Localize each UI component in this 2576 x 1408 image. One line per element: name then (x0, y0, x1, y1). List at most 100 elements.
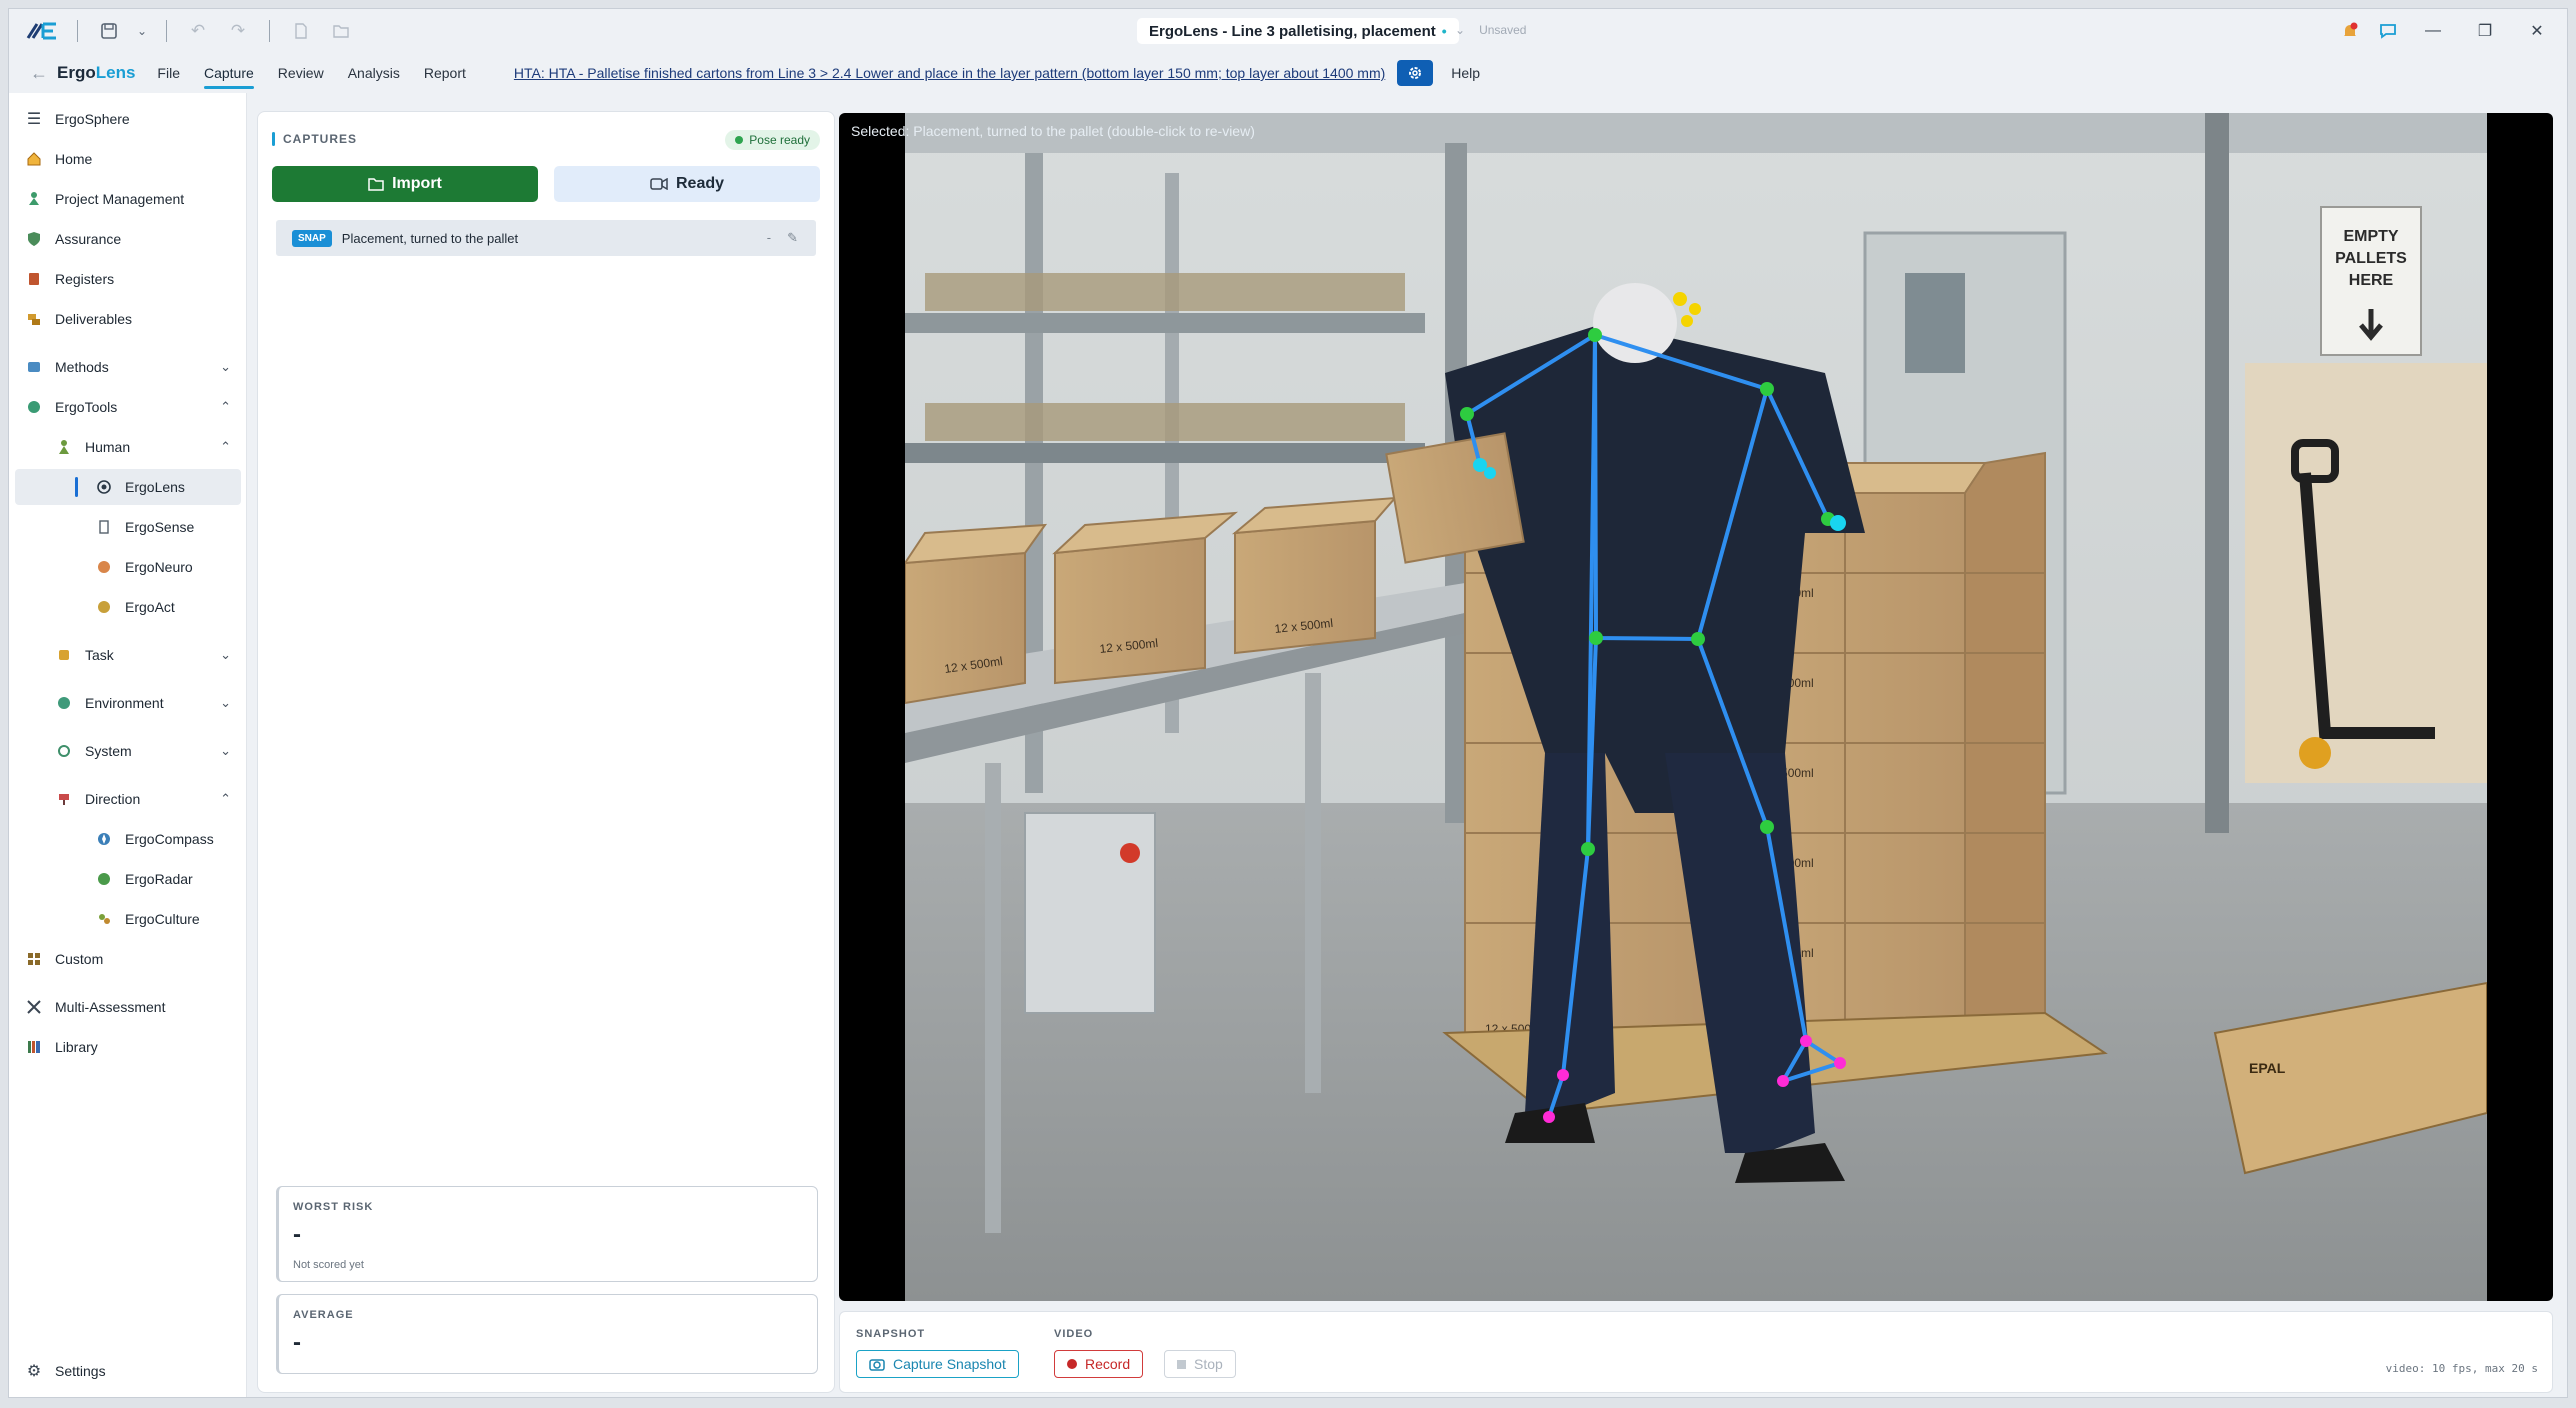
sidebar-item-ergosense[interactable]: ErgoSense (9, 509, 247, 545)
capture-snapshot-label: Capture Snapshot (893, 1356, 1006, 1372)
stop-button[interactable]: Stop (1164, 1350, 1236, 1378)
sidebar-item-assurance[interactable]: Assurance (9, 221, 247, 257)
sidebar-item-label: ErgoTools (55, 399, 118, 415)
brand: ErgoLens (57, 63, 135, 83)
menu-report[interactable]: Report (424, 55, 466, 91)
chevron-up-icon[interactable]: ⌃ (220, 791, 231, 807)
back-arrow-icon[interactable]: ← (21, 63, 57, 84)
save-icon[interactable] (94, 16, 124, 46)
hamburger-icon[interactable]: ☰ (23, 108, 45, 130)
sidebar-item-library[interactable]: Library (9, 1029, 247, 1065)
chevron-up-icon[interactable]: ⌃ (220, 399, 231, 415)
list-item[interactable]: SNAP Placement, turned to the pallet - ✎ (276, 220, 816, 256)
sidebar-header-label: ErgoSphere (55, 111, 130, 127)
chevron-down-icon[interactable]: ⌄ (220, 743, 231, 759)
sidebar-item-ergolens[interactable]: ErgoLens (15, 469, 241, 505)
hta-settings-button[interactable] (1397, 60, 1434, 86)
sidebar-item-environment[interactable]: Environment ⌄ (9, 685, 247, 721)
sidebar-item-home[interactable]: Home (9, 141, 247, 177)
import-button-label: Import (392, 175, 442, 192)
sidebar-item-ergoact[interactable]: ErgoAct (9, 589, 247, 625)
undo-icon[interactable]: ↶ (183, 16, 213, 46)
minimize-icon[interactable]: — (2411, 15, 2455, 47)
redo-icon[interactable]: ↷ (223, 16, 253, 46)
sign-line-2: PALLETS (2335, 250, 2407, 267)
snap-badge: SNAP (292, 229, 332, 247)
chevron-down-icon[interactable]: ⌄ (220, 647, 231, 663)
worst-risk-value: - (293, 1221, 301, 1248)
menu-capture[interactable]: Capture (203, 55, 254, 91)
sidebar-item-label: ErgoCompass (125, 831, 214, 847)
save-dropdown-icon[interactable]: ⌄ (134, 16, 150, 46)
gear-icon: ⚙ (26, 1363, 42, 1380)
sidebar-item-label: Task (85, 647, 114, 663)
sidebar-item-label: Settings (55, 1363, 106, 1379)
captures-panel: CAPTURES Pose ready Import Ready SNAP Pl… (257, 111, 835, 1393)
sidebar-item-ergotools[interactable]: ErgoTools ⌃ (9, 389, 247, 425)
worst-risk-note: Not scored yet (293, 1259, 364, 1271)
home-icon (23, 148, 45, 170)
save-state-text: Unsaved (1479, 23, 1527, 37)
sidebar-item-human[interactable]: Human ⌃ (9, 429, 247, 465)
new-file-icon[interactable] (286, 16, 316, 46)
modified-indicator: • (1441, 23, 1447, 39)
window-title: ErgoLens - Line 3 palletising, placement… (1137, 18, 1459, 44)
snapshot-label: SNAPSHOT (856, 1328, 926, 1340)
record-button[interactable]: Record (1054, 1350, 1144, 1378)
system-icon (53, 740, 75, 762)
close-icon[interactable]: ✕ (2515, 15, 2559, 47)
neuro-icon (93, 556, 115, 578)
notifications-icon[interactable] (2335, 15, 2365, 47)
sidebar-item-label: Home (55, 151, 93, 167)
sidebar-item-custom[interactable]: Custom (9, 941, 247, 977)
sidebar-item-multi-assessment[interactable]: Multi-Assessment (9, 989, 247, 1025)
sidebar-item-direction[interactable]: Direction ⌃ (9, 781, 247, 817)
menu-help[interactable]: Help (1451, 65, 1480, 81)
chevron-down-icon[interactable]: ⌄ (220, 359, 231, 375)
title-dropdown-icon[interactable]: ⌄ (1455, 23, 1465, 37)
sidebar-item-label: Project Management (55, 191, 185, 207)
sidebar-header[interactable]: ☰ ErgoSphere (9, 101, 247, 137)
sidebar-item-deliverables[interactable]: Deliverables (9, 301, 247, 337)
tools-icon (23, 396, 45, 418)
sidebar-item-label: ErgoCulture (125, 911, 200, 927)
task-icon (53, 644, 75, 666)
sidebar-item-system[interactable]: System ⌄ (9, 733, 247, 769)
menu-file[interactable]: File (157, 55, 180, 91)
sidebar-item-ergoradar[interactable]: ErgoRadar (9, 861, 247, 897)
sidebar-item-label: Registers (55, 271, 115, 287)
capture-more-icon[interactable]: - (767, 230, 771, 246)
sidebar-item-ergoculture[interactable]: ErgoCulture (9, 901, 247, 937)
menu-review[interactable]: Review (278, 55, 324, 91)
open-folder-icon[interactable] (326, 16, 356, 46)
sidebar-item-settings[interactable]: ⚙ Settings (9, 1353, 247, 1389)
hta-link[interactable]: HTA: HTA - Palletise finished cartons fr… (514, 65, 1385, 81)
sign-line-3: HERE (2349, 272, 2394, 289)
ready-button[interactable]: Ready (554, 166, 820, 202)
captures-heading: CAPTURES (272, 132, 357, 146)
capture-frame: EMPTY PALLETS HERE 12 x 500ml 12 x 500ml… (905, 113, 2487, 1301)
sidebar: ☰ ErgoSphere Home Project Management Ass… (9, 93, 247, 1397)
video-viewer[interactable]: Selected: Placement, turned to the palle… (839, 113, 2553, 1301)
chevron-up-icon[interactable]: ⌃ (220, 439, 231, 455)
radar-icon (93, 868, 115, 890)
sidebar-item-project-management[interactable]: Project Management (9, 181, 247, 217)
chat-icon[interactable] (2373, 15, 2403, 47)
sidebar-item-ergocompass[interactable]: ErgoCompass (9, 821, 247, 857)
sidebar-item-task[interactable]: Task ⌄ (9, 637, 247, 673)
sidebar-item-registers[interactable]: Registers (9, 261, 247, 297)
pallet-brand: EPAL (2249, 1060, 2286, 1076)
chevron-down-icon[interactable]: ⌄ (220, 695, 231, 711)
capture-snapshot-button[interactable]: Capture Snapshot (856, 1350, 1019, 1378)
brand-part1: Ergo (57, 63, 96, 82)
sidebar-item-methods[interactable]: Methods ⌄ (9, 349, 247, 385)
import-button[interactable]: Import (272, 166, 538, 202)
edit-icon[interactable]: ✎ (787, 230, 798, 246)
lens-icon (93, 476, 115, 498)
restore-icon[interactable]: ❐ (2463, 15, 2507, 47)
sidebar-item-label: Environment (85, 695, 164, 711)
title-bar: ⌄ ↶ ↷ ErgoLens - Line 3 palletising, pla… (9, 9, 2567, 53)
sidebar-item-ergoneuro[interactable]: ErgoNeuro (9, 549, 247, 585)
worst-risk-card: WORST RISK - Not scored yet (276, 1186, 818, 1282)
menu-analysis[interactable]: Analysis (348, 55, 400, 91)
